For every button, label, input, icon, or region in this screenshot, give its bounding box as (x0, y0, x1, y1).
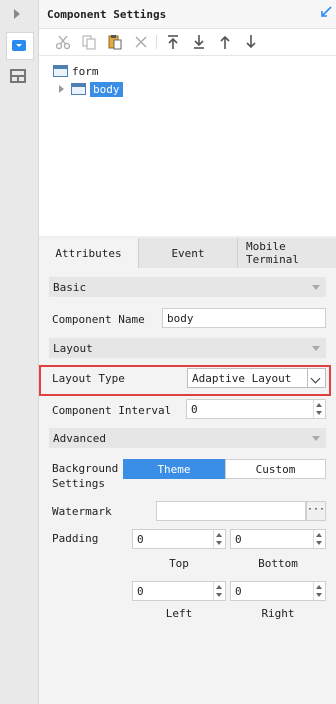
tree-node-label: body (90, 81, 123, 97)
option-label: Custom (255, 462, 296, 476)
tab-attributes[interactable]: Attributes (39, 238, 139, 268)
layout-type-highlight-box (39, 365, 331, 396)
delete-icon[interactable] (133, 34, 149, 50)
stepper-value: 0 (235, 584, 242, 598)
padding-bottom-stepper[interactable]: 0 (230, 529, 326, 549)
component-settings-panel: Component Settings form body Attributes … (39, 0, 336, 704)
dropdown-component-icon (12, 40, 26, 51)
left-icon-bar (0, 0, 39, 704)
option-label: Theme (157, 462, 191, 476)
padding-bottom-caption: Bottom (258, 557, 298, 570)
background-custom-option[interactable]: Custom (225, 459, 326, 479)
form-icon (53, 65, 68, 77)
move-down-icon[interactable] (243, 34, 259, 50)
layout-nav-icon[interactable] (10, 69, 26, 83)
stepper-value: 0 (137, 532, 144, 546)
padding-left-stepper[interactable]: 0 (132, 581, 226, 601)
body-icon (71, 83, 86, 95)
component-tree: form body (39, 56, 336, 236)
component-interval-label: Component Interval (52, 404, 172, 417)
tree-node-label: form (72, 64, 99, 78)
stepper-arrows-icon[interactable] (213, 582, 225, 600)
stepper-value: 0 (191, 402, 198, 416)
expand-arrow-icon[interactable] (14, 9, 20, 19)
background-label-line1: Background (52, 462, 119, 475)
padding-label: Padding (52, 532, 99, 545)
tree-node-form[interactable]: form (53, 62, 99, 80)
tab-label: Attributes (55, 246, 122, 260)
component-toolbar (39, 29, 336, 56)
paste-icon[interactable] (107, 34, 123, 50)
watermark-browse-button[interactable]: ··· (306, 501, 326, 521)
stepper-arrows-icon[interactable] (313, 530, 325, 548)
stepper-value: 0 (137, 584, 144, 598)
chevron-down-icon (312, 285, 320, 290)
chevron-down-icon (312, 346, 320, 351)
panel-title: Component Settings (47, 8, 167, 21)
section-label: Basic (53, 280, 87, 294)
tab-label: Mobile (246, 240, 286, 253)
move-top-icon[interactable] (165, 34, 181, 50)
component-settings-nav-button[interactable] (6, 32, 34, 60)
tree-node-body[interactable]: body (59, 80, 123, 98)
expand-node-icon[interactable] (59, 85, 64, 93)
watermark-label: Watermark (52, 505, 112, 518)
component-name-input[interactable]: body (162, 308, 326, 328)
section-label: Layout (53, 341, 93, 355)
padding-top-stepper[interactable]: 0 (132, 529, 226, 549)
background-theme-option[interactable]: Theme (123, 459, 225, 479)
section-label: Advanced (53, 431, 106, 445)
tab-label: Event (171, 246, 205, 260)
stepper-value: 0 (235, 532, 242, 546)
cut-icon[interactable] (55, 34, 71, 50)
move-up-icon[interactable] (217, 34, 233, 50)
watermark-input[interactable] (156, 501, 306, 521)
tab-event[interactable]: Event (139, 238, 238, 268)
padding-right-caption: Right (261, 607, 295, 620)
settings-tabs: Attributes Event Mobile Terminal (39, 238, 336, 268)
padding-left-caption: Left (165, 607, 193, 620)
attributes-panel: Basic Component Name body Layout Layout … (39, 268, 336, 704)
copy-icon[interactable] (81, 34, 97, 50)
tab-label: Terminal (246, 253, 299, 266)
stepper-arrows-icon[interactable] (313, 400, 325, 418)
section-layout[interactable]: Layout (49, 338, 326, 358)
section-basic[interactable]: Basic (49, 277, 326, 297)
move-bottom-icon[interactable] (191, 34, 207, 50)
padding-top-caption: Top (169, 557, 189, 570)
stepper-arrows-icon[interactable] (213, 530, 225, 548)
chevron-down-icon (312, 436, 320, 441)
stepper-arrows-icon[interactable] (313, 582, 325, 600)
component-interval-stepper[interactable]: 0 (186, 399, 326, 419)
tab-mobile-terminal[interactable]: Mobile Terminal (238, 238, 336, 268)
component-name-label: Component Name (52, 313, 145, 326)
panel-header: Component Settings (39, 0, 336, 29)
padding-right-stepper[interactable]: 0 (230, 581, 326, 601)
section-advanced[interactable]: Advanced (49, 428, 326, 448)
background-label-line2: Settings (52, 477, 105, 490)
collapse-corner-icon[interactable] (320, 6, 332, 18)
